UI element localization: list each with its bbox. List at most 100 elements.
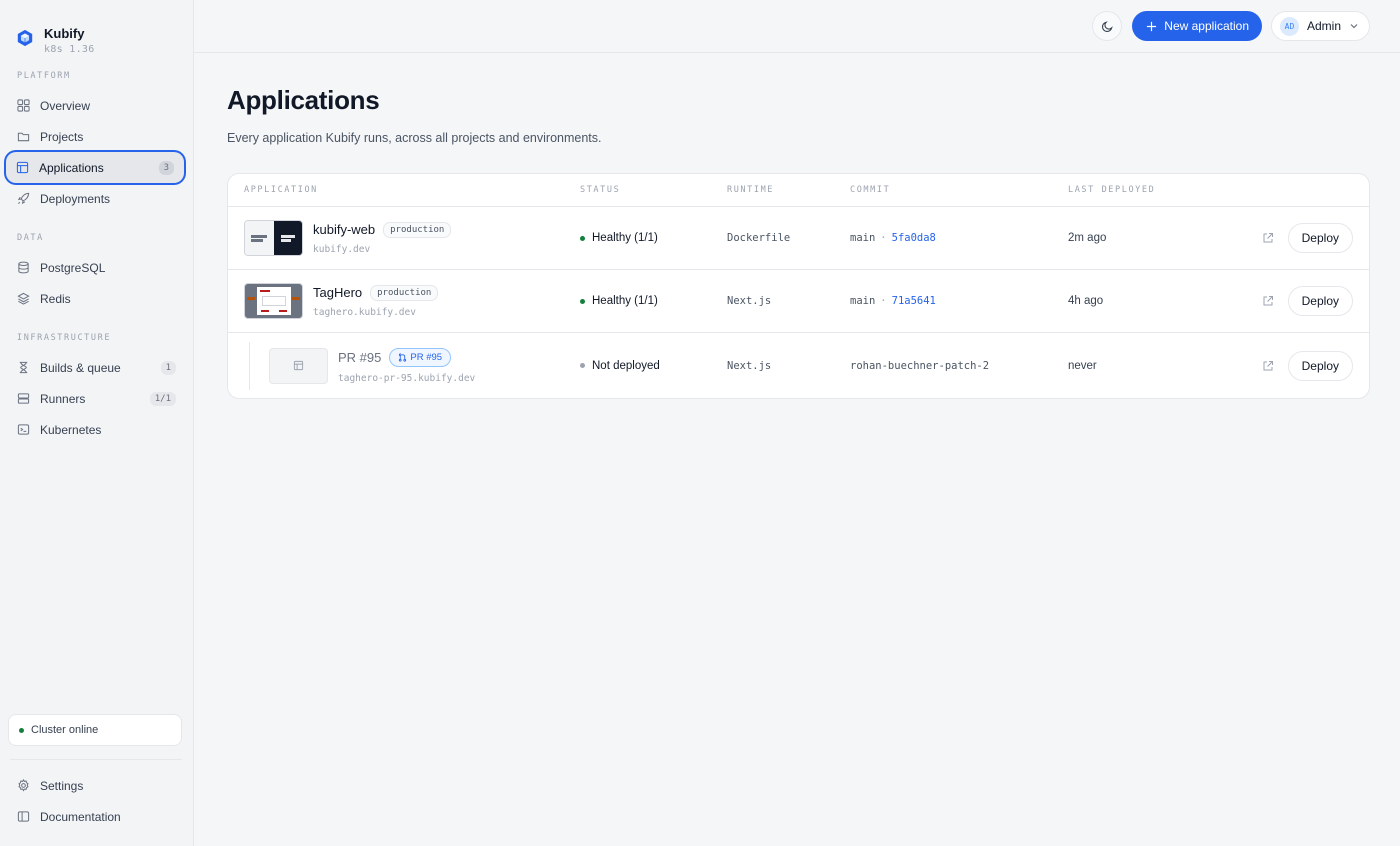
pull-request-label: PR #95 <box>410 351 443 363</box>
app-name-link[interactable]: kubify-web <box>313 222 375 237</box>
column-header-application[interactable]: APPLICATION <box>228 185 580 195</box>
applications-table: APPLICATION STATUS RUNTIME COMMIT LAST D… <box>227 173 1370 399</box>
grid-icon <box>17 99 30 112</box>
commit-separator: · <box>880 232 887 244</box>
section-label-data: DATA <box>17 233 44 243</box>
book-icon <box>17 811 30 822</box>
runtime-cell: Next.js <box>727 359 772 372</box>
external-link-icon[interactable] <box>1262 360 1274 372</box>
sidebar-item-kubernetes[interactable]: Kubernetes <box>7 414 186 445</box>
hourglass-icon <box>19 361 28 374</box>
runtime-cell: Dockerfile <box>727 232 791 244</box>
pull-request-badge[interactable]: PR #95 <box>389 347 452 367</box>
page-subtitle: Every application Kubify runs, across al… <box>227 131 602 145</box>
folder-icon <box>17 132 30 142</box>
brand-name: Kubify <box>44 25 85 41</box>
commit-cell: main · 5fa0da8 <box>850 232 1068 244</box>
column-header-last-deployed[interactable]: LAST DEPLOYED <box>1068 185 1253 195</box>
avatar: AD <box>1280 16 1299 36</box>
runtime-cell: Next.js <box>727 295 772 307</box>
sidebar: Kubify k8s 1.36 PLATFORM Overview Projec… <box>0 0 194 846</box>
status-text: Healthy (1/1) <box>592 232 658 244</box>
column-header-runtime[interactable]: RUNTIME <box>727 185 850 195</box>
brand-version: k8s 1.36 <box>44 43 95 55</box>
table-row[interactable]: TagHero production taghero.kubify.dev He… <box>228 270 1369 333</box>
gear-icon <box>18 779 29 792</box>
status-dot-icon <box>580 363 585 368</box>
moon-icon <box>1101 20 1113 32</box>
app-cell: PR #95 PR #95 taghero-pr-95.kubify.dev <box>228 341 580 390</box>
section-label-platform: PLATFORM <box>17 71 71 81</box>
sidebar-item-label: Applications <box>39 160 104 175</box>
commit-separator: · <box>880 295 887 307</box>
chevron-down-icon <box>1350 24 1358 29</box>
external-link-icon[interactable] <box>1262 295 1274 307</box>
app-thumbnail-placeholder <box>269 347 328 384</box>
plus-icon <box>1147 21 1157 31</box>
sidebar-item-projects[interactable]: Projects <box>7 121 186 152</box>
deploy-button[interactable]: Deploy <box>1287 223 1353 253</box>
content: Applications Every application Kubify ru… <box>194 53 1400 399</box>
sidebar-item-documentation[interactable]: Documentation <box>7 801 186 832</box>
commit-cell: rohan-buechner-patch-2 <box>850 360 1068 372</box>
terminal-icon <box>17 424 30 435</box>
actions-cell: Deploy <box>1253 350 1369 381</box>
layers-icon <box>17 292 30 305</box>
sidebar-item-builds[interactable]: Builds & queue 1 <box>7 352 186 383</box>
divider <box>10 759 182 760</box>
theme-toggle-button[interactable] <box>1092 11 1123 41</box>
app-host: kubify.dev <box>313 243 371 255</box>
count-badge: 1 <box>160 360 176 375</box>
commit-branch: rohan-buechner-patch-2 <box>850 359 990 372</box>
commit-sha-link[interactable]: 71a5641 <box>892 295 936 307</box>
brand[interactable]: Kubify k8s 1.36 <box>0 0 193 62</box>
app-name-link[interactable]: PR #95 <box>338 350 381 365</box>
status-dot-icon <box>580 235 585 241</box>
status-dot-icon <box>580 298 585 304</box>
status-text: Not deployed <box>592 359 660 372</box>
server-icon <box>17 393 30 404</box>
sidebar-item-label: Projects <box>40 129 84 144</box>
count-badge: 1/1 <box>149 391 176 406</box>
cluster-status-label: Cluster online <box>31 724 99 736</box>
table-header: APPLICATION STATUS RUNTIME COMMIT LAST D… <box>228 174 1369 207</box>
sidebar-item-postgresql[interactable]: PostgreSQL <box>7 252 186 283</box>
sidebar-item-runners[interactable]: Runners 1/1 <box>7 383 186 414</box>
status-cell: Healthy (1/1) <box>580 232 727 244</box>
user-name: Admin <box>1306 19 1341 33</box>
status-cell: Not deployed <box>580 360 727 372</box>
sidebar-item-label: Documentation <box>40 809 121 824</box>
topbar: New application AD Admin <box>194 0 1400 53</box>
deploy-button[interactable]: Deploy <box>1287 350 1353 381</box>
table-row[interactable]: kubify-web production kubify.dev Healthy… <box>228 207 1369 270</box>
user-menu-button[interactable]: AD Admin <box>1271 11 1370 41</box>
app-cell: TagHero production taghero.kubify.dev <box>228 283 580 319</box>
app-name-link[interactable]: TagHero <box>313 285 362 300</box>
table-row[interactable]: PR #95 PR #95 taghero-pr-95.kubify.dev N… <box>228 333 1369 398</box>
sidebar-item-deployments[interactable]: Deployments <box>7 183 186 214</box>
sidebar-item-redis[interactable]: Redis <box>7 283 186 314</box>
sidebar-item-applications[interactable]: Applications 3 <box>6 152 184 183</box>
commit-sha-link[interactable]: 5fa0da8 <box>892 232 936 244</box>
external-link-icon[interactable] <box>1262 232 1274 244</box>
column-header-status[interactable]: STATUS <box>580 185 727 195</box>
sidebar-item-label: Runners <box>40 391 86 406</box>
new-application-label: New application <box>1164 19 1249 33</box>
sidebar-item-settings[interactable]: Settings <box>7 770 186 801</box>
layout-icon <box>16 161 29 174</box>
preview-indent-line <box>249 341 269 390</box>
sidebar-item-label: Deployments <box>40 191 111 206</box>
commit-branch: main <box>850 295 876 307</box>
window-icon <box>293 360 304 371</box>
deploy-button[interactable]: Deploy <box>1287 286 1353 316</box>
column-header-commit[interactable]: COMMIT <box>850 185 1068 195</box>
last-deployed-cell: 4h ago <box>1068 295 1104 307</box>
sidebar-item-overview[interactable]: Overview <box>7 90 186 121</box>
environment-badge: production <box>370 284 439 301</box>
database-icon <box>18 261 29 274</box>
kubify-logo-icon <box>17 29 33 47</box>
app-thumbnail <box>244 220 303 256</box>
sidebar-item-label: Kubernetes <box>40 422 102 437</box>
actions-cell: Deploy <box>1253 286 1369 316</box>
new-application-button[interactable]: New application <box>1132 11 1262 41</box>
